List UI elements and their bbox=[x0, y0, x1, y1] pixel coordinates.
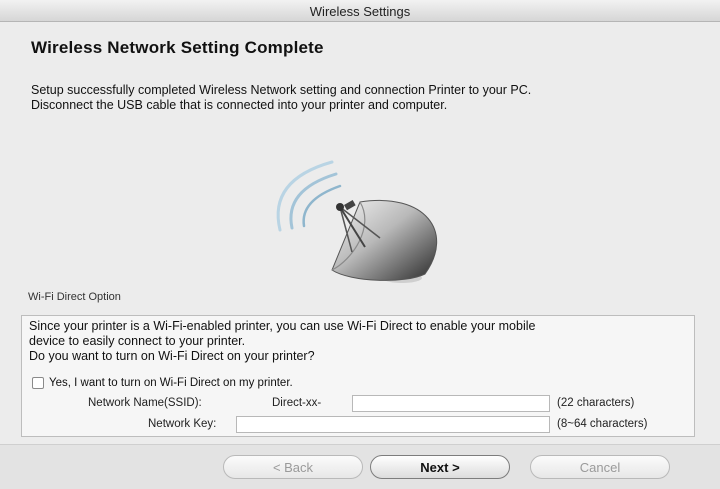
ssid-prefix: Direct-xx- bbox=[272, 397, 322, 409]
page-title: Wireless Network Setting Complete bbox=[31, 38, 324, 57]
network-key-hint: (8~64 characters) bbox=[557, 418, 648, 430]
network-key-input[interactable] bbox=[236, 416, 550, 433]
title-bar: Wireless Settings bbox=[0, 0, 720, 22]
wifi-direct-checkbox-label: Yes, I want to turn on Wi-Fi Direct on m… bbox=[49, 377, 293, 389]
wifi-direct-info-line-3: Do you want to turn on Wi-Fi Direct on y… bbox=[29, 349, 315, 363]
wifi-direct-info-line-1: Since your printer is a Wi-Fi-enabled pr… bbox=[29, 319, 536, 333]
wifi-direct-checkbox-row[interactable]: Yes, I want to turn on Wi-Fi Direct on m… bbox=[32, 377, 293, 389]
wifi-direct-group: Since your printer is a Wi-Fi-enabled pr… bbox=[21, 315, 695, 437]
wifi-direct-info-line-2: device to easily connect to your printer… bbox=[29, 334, 246, 348]
wifi-direct-checkbox[interactable] bbox=[32, 377, 44, 389]
back-button[interactable]: < Back bbox=[223, 455, 363, 479]
satellite-dish-icon bbox=[240, 152, 450, 287]
ssid-hint: (22 characters) bbox=[557, 397, 635, 409]
description: Setup successfully completed Wireless Ne… bbox=[31, 83, 691, 113]
window-title: Wireless Settings bbox=[309, 4, 411, 19]
cancel-button[interactable]: Cancel bbox=[530, 455, 670, 479]
description-line-1: Setup successfully completed Wireless Ne… bbox=[31, 83, 532, 97]
ssid-label: Network Name(SSID): bbox=[88, 397, 202, 409]
button-bar: < Back Next > Cancel bbox=[0, 444, 720, 489]
ssid-input[interactable] bbox=[352, 395, 550, 412]
next-button[interactable]: Next > bbox=[370, 455, 510, 479]
network-key-label: Network Key: bbox=[148, 418, 217, 430]
wifi-direct-group-label: Wi-Fi Direct Option bbox=[28, 291, 121, 303]
wifi-direct-info: Since your printer is a Wi-Fi-enabled pr… bbox=[29, 319, 694, 364]
description-line-2: Disconnect the USB cable that is connect… bbox=[31, 98, 448, 112]
